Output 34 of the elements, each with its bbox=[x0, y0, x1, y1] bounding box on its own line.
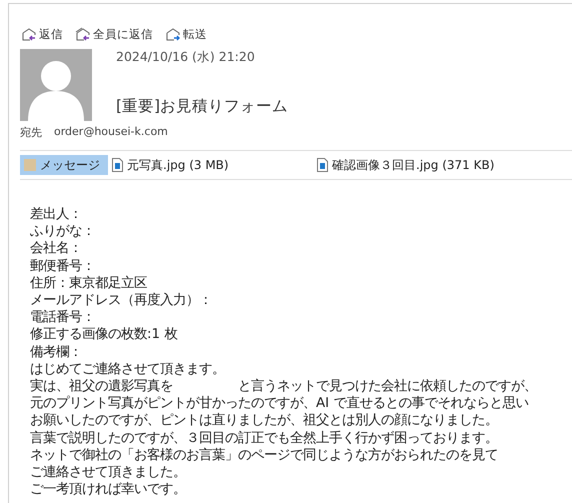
body-line: ネットで御社の「お客様のお言葉」のページで同じような方がおられたのを見て bbox=[30, 446, 499, 464]
body-line: ご一考頂ければ幸いです。 bbox=[30, 481, 187, 498]
image-file-icon bbox=[112, 158, 123, 172]
attachment[interactable]: 元写真.jpg (3 MB) bbox=[108, 155, 313, 175]
message-icon bbox=[24, 159, 36, 171]
body-line: 住所：東京都足立区 bbox=[30, 274, 148, 292]
image-file-icon bbox=[317, 158, 328, 172]
toolbar-button[interactable]: 転送 bbox=[165, 26, 207, 42]
body-line: はじめてご連絡させて頂きます。 bbox=[30, 360, 226, 378]
attachment[interactable]: 確認画像３回目.jpg (371 KB) bbox=[313, 155, 500, 175]
message-tab[interactable]: メッセージ bbox=[20, 155, 108, 175]
body-line: 修正する画像の枚数:1 枚 bbox=[30, 326, 178, 344]
body-line: 備考欄： bbox=[30, 344, 83, 361]
to-label: 宛先 bbox=[20, 125, 42, 140]
body-line: 郵便番号： bbox=[30, 258, 96, 275]
forward-icon bbox=[165, 26, 181, 42]
body-line: 言葉で説明したのですが、３回目の訂正でも全然上手く行かず困っております。 bbox=[30, 430, 499, 447]
body-line: 差出人： bbox=[30, 206, 83, 224]
date-time: 2024/10/16 (水) 21:20 bbox=[116, 49, 256, 66]
body-line: メールアドレス（再度入力）： bbox=[30, 292, 213, 310]
body-line: お願いしたのですが、ピントは直りましたが、祖父とは別人の顔になりました。 bbox=[30, 412, 499, 430]
body-line: ご連絡させて頂きました。 bbox=[30, 464, 187, 482]
body-line: 実は、祖父の遺影写真を と言うネットで見つけた会社に依頼したのですが、 bbox=[30, 378, 538, 396]
toolbar-button[interactable]: 全員に返信 bbox=[75, 26, 153, 42]
toolbar-button[interactable]: 返信 bbox=[21, 26, 63, 42]
body-line: 元のプリント写真がピントが甘かったのですが、AI で直せるとの事でそれならと思い bbox=[30, 395, 530, 412]
body-line: 電話番号： bbox=[30, 309, 96, 326]
body-line: ふりがな： bbox=[30, 223, 96, 240]
recipient-address: order@housei-k.com bbox=[54, 125, 168, 140]
subject: [重要]お見積りフォーム bbox=[116, 96, 288, 117]
reply-icon bbox=[21, 26, 37, 42]
body-line: 会社名： bbox=[30, 240, 83, 258]
reply-all-icon bbox=[75, 26, 91, 42]
avatar bbox=[20, 49, 92, 121]
